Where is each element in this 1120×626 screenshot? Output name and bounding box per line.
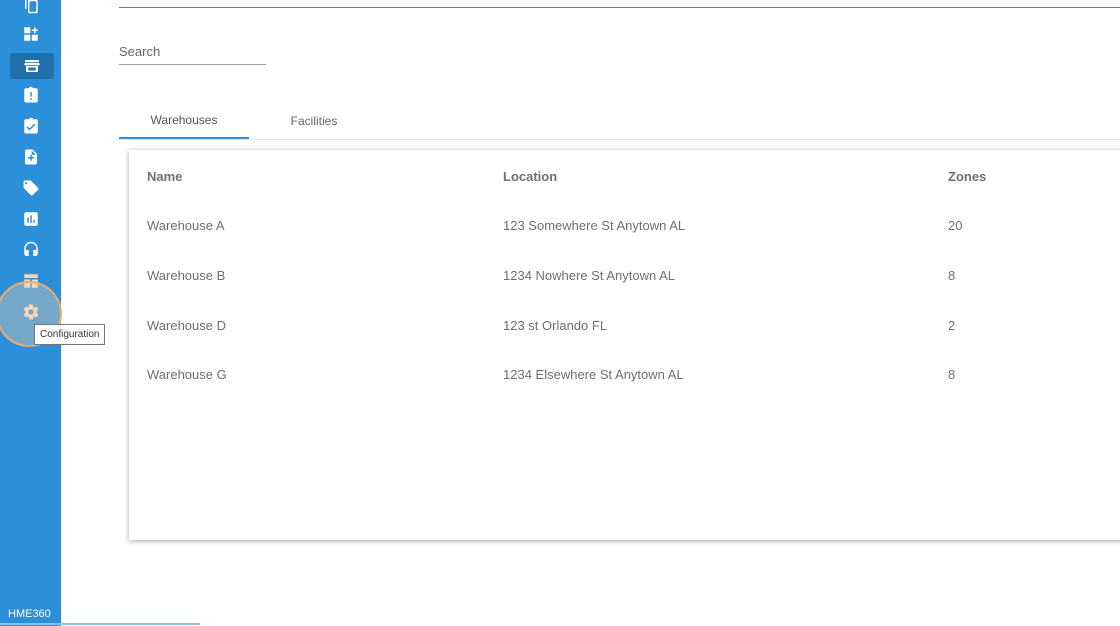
- chart-icon: [22, 210, 40, 228]
- tab-warehouses[interactable]: Warehouses: [119, 103, 249, 139]
- sidebar-item-configuration[interactable]: [0, 299, 61, 325]
- grid-layout-icon: [22, 272, 40, 290]
- sidebar-item-tasks[interactable]: [0, 113, 61, 139]
- cell-zones: 8: [948, 367, 956, 382]
- document-add-icon: [22, 148, 40, 166]
- table-row[interactable]: Warehouse A 123 Somewhere St Anytown AL …: [129, 201, 1120, 251]
- column-header-location[interactable]: Location: [503, 152, 557, 202]
- cell-name: Warehouse D: [147, 318, 226, 333]
- configuration-tooltip: Configuration: [34, 324, 106, 345]
- cell-zones: 2: [948, 318, 956, 333]
- cell-location: 1234 Nowhere St Anytown AL: [503, 268, 676, 283]
- search-field[interactable]: [119, 40, 266, 65]
- clipboard-check-icon: [22, 117, 40, 135]
- sidebar-item-new-document[interactable]: [0, 144, 61, 170]
- table-row[interactable]: Warehouse G 1234 Elsewhere St Anytown AL…: [129, 350, 1120, 400]
- tag-icon: [22, 179, 40, 197]
- sidebar-item-copy[interactable]: [0, 0, 61, 18]
- sidebar-item-reports[interactable]: [0, 206, 61, 232]
- gear-icon: [22, 303, 40, 321]
- cell-name: Warehouse G: [147, 367, 227, 382]
- column-header-name[interactable]: Name: [147, 152, 182, 202]
- bottom-divider: [0, 623, 200, 625]
- cell-location: 1234 Elsewhere St Anytown AL: [503, 367, 684, 382]
- cell-zones: 20: [948, 218, 963, 233]
- sidebar-item-dashboard[interactable]: [0, 21, 61, 47]
- table-header: Name Location Zones: [129, 152, 1120, 202]
- headset-icon: [22, 241, 40, 259]
- clipboard-copy-icon: [22, 0, 40, 14]
- sidebar-item-layout[interactable]: [0, 268, 61, 294]
- table-row[interactable]: Warehouse D 123 st Orlando FL 2: [129, 301, 1120, 351]
- cell-name: Warehouse B: [147, 268, 226, 283]
- dashboard-add-icon: [22, 25, 40, 43]
- tab-bar: Warehouses Facilities: [119, 103, 1120, 140]
- cell-location: 123 st Orlando FL: [503, 318, 608, 333]
- search-input[interactable]: [119, 40, 266, 62]
- table-row[interactable]: Warehouse B 1234 Nowhere St Anytown AL 8: [129, 251, 1120, 301]
- warehouses-table: Name Location Zones Warehouse A 123 Some…: [129, 150, 1120, 540]
- cell-zones: 8: [948, 268, 956, 283]
- sidebar-item-warehouse[interactable]: [10, 53, 54, 79]
- page-title-underline: [119, 0, 1120, 8]
- brand-label: HME360: [8, 608, 51, 620]
- tab-facilities[interactable]: Facilities: [249, 103, 379, 139]
- column-header-zones[interactable]: Zones: [948, 152, 986, 202]
- sidebar-item-tags[interactable]: [0, 175, 61, 201]
- sidebar-item-alerts[interactable]: [0, 82, 61, 108]
- cell-name: Warehouse A: [147, 218, 225, 233]
- sidebar: HME360: [0, 0, 61, 626]
- cell-location: 123 Somewhere St Anytown AL: [503, 218, 686, 233]
- store-icon: [23, 57, 41, 75]
- sidebar-item-support[interactable]: [0, 237, 61, 263]
- clipboard-alert-icon: [22, 86, 40, 104]
